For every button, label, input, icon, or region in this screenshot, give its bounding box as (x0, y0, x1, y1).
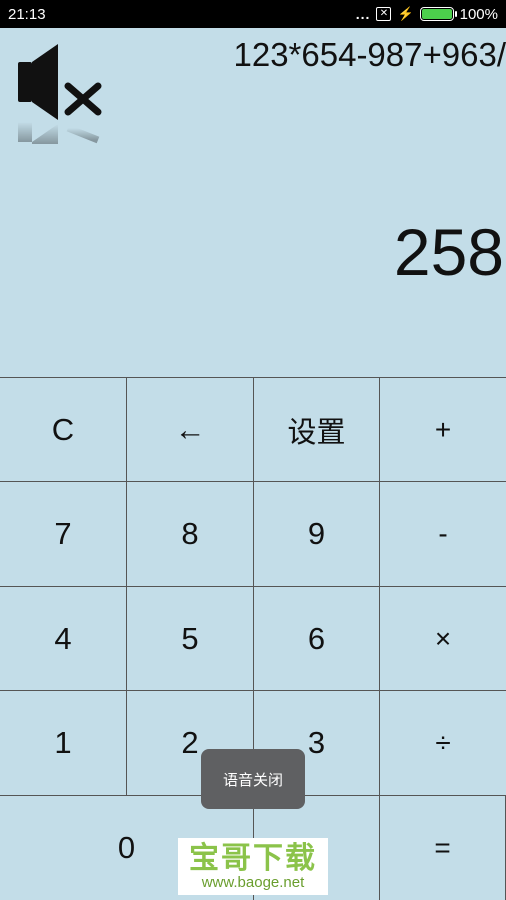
digit-6-button[interactable]: 6 (254, 587, 380, 691)
watermark-title: 宝哥下载 (189, 840, 317, 876)
expression-text: 123*654-987+963/ (233, 36, 506, 73)
battery-icon (419, 7, 457, 21)
calculator-display: 123*654-987+963/ 258 (0, 28, 506, 377)
multiply-button[interactable]: × (380, 587, 506, 691)
status-icons: ... ✕ ⚡ 100% (356, 6, 498, 23)
toast-message: 语音关闭 (201, 749, 305, 809)
speaker-muted-icon[interactable] (14, 42, 106, 172)
digit-9-button[interactable]: 9 (254, 482, 380, 587)
keypad: C ← 设置 + 7 8 9 - 4 5 6 × 1 2 3 ÷ 0 = (0, 377, 506, 900)
digit-8-button[interactable]: 8 (127, 482, 254, 587)
watermark-url: www.baoge.net (201, 873, 305, 891)
status-time: 21:13 (8, 5, 46, 23)
minus-button[interactable]: - (380, 482, 506, 587)
digit-5-button[interactable]: 5 (127, 587, 254, 691)
backspace-button[interactable]: ← (127, 378, 254, 482)
digit-4-button[interactable]: 4 (0, 587, 127, 691)
divide-button[interactable]: ÷ (380, 691, 506, 796)
settings-button[interactable]: 设置 (254, 378, 380, 482)
battery-percent: 100% (459, 5, 498, 23)
watermark-logo: 宝哥下载 www.baoge.net (178, 838, 328, 895)
clear-button[interactable]: C (0, 378, 127, 482)
digit-1-button[interactable]: 1 (0, 691, 127, 796)
status-bar: 21:13 ... ✕ ⚡ 100% (0, 0, 506, 28)
battery-fill (421, 9, 452, 19)
digit-7-button[interactable]: 7 (0, 482, 127, 587)
notification-dots: ... (355, 6, 371, 22)
sim-x-icon: ✕ (376, 7, 392, 21)
result-text: 258 (393, 215, 504, 289)
equals-button[interactable]: = (380, 796, 506, 900)
toast-text: 语音关闭 (222, 770, 283, 789)
plus-button[interactable]: + (380, 378, 506, 482)
lightning-icon: ⚡ (397, 6, 414, 21)
